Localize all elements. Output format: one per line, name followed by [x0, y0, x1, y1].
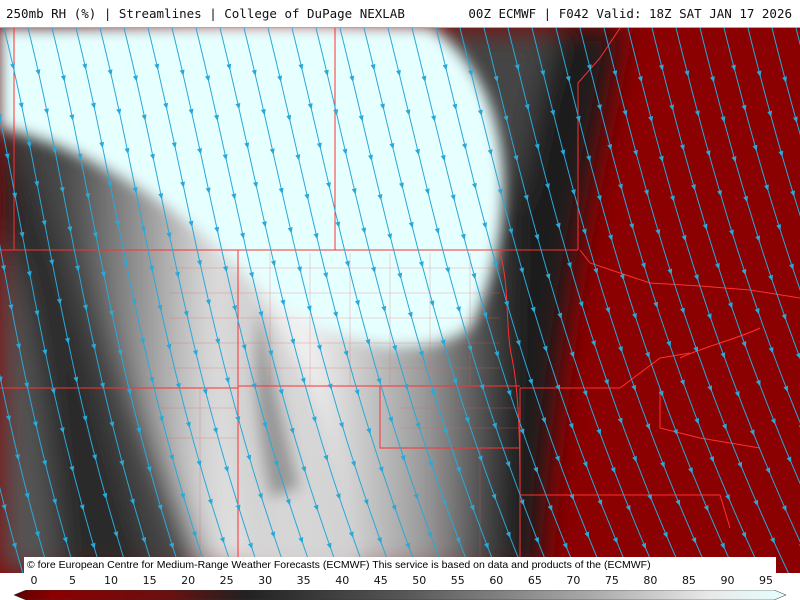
header-bar: 250mb RH (%) | Streamlines | College of …	[0, 0, 800, 28]
legend-tick-75: 75	[604, 574, 619, 587]
legend-tick-85: 85	[681, 574, 696, 587]
legend-tick-50: 50	[412, 574, 427, 587]
weather-map[interactable]	[0, 28, 800, 573]
model-run-valid-time: 00Z ECMWF | F042 Valid: 18Z SAT JAN 17 2…	[468, 6, 792, 21]
legend-tick-90: 90	[720, 574, 735, 587]
legend-tick-15: 15	[142, 574, 157, 587]
map-canvas	[0, 28, 800, 573]
legend-tick-55: 55	[450, 574, 465, 587]
legend-tick-60: 60	[489, 574, 504, 587]
color-scale-bar	[14, 590, 786, 600]
legend-tick-80: 80	[643, 574, 658, 587]
color-legend: 0 5 10 15 20 25 30 35 40 45 50 55 60 65 70 75 80 85 90 95	[0, 573, 800, 600]
legend-tick-0: 0	[30, 574, 38, 587]
legend-tick-25: 25	[219, 574, 234, 587]
legend-tick-5: 5	[69, 574, 77, 587]
legend-tick-35: 35	[296, 574, 311, 587]
legend-tick-95: 95	[759, 574, 773, 587]
legend-tick-10: 10	[104, 574, 119, 587]
legend-tick-30: 30	[258, 574, 273, 587]
product-title: 250mb RH (%) | Streamlines | College of …	[6, 6, 405, 21]
legend-tick-65: 65	[527, 574, 542, 587]
legend-tick-labels: 0 5 10 15 20 25 30 35 40 45 50 55 60 65 70 75 80 85 90 95	[0, 573, 800, 587]
legend-tick-20: 20	[181, 574, 196, 587]
data-credit: © fore European Centre for Medium-Range …	[24, 557, 776, 573]
legend-tick-70: 70	[566, 574, 581, 587]
legend-tick-45: 45	[373, 574, 388, 587]
legend-tick-40: 40	[335, 574, 350, 587]
